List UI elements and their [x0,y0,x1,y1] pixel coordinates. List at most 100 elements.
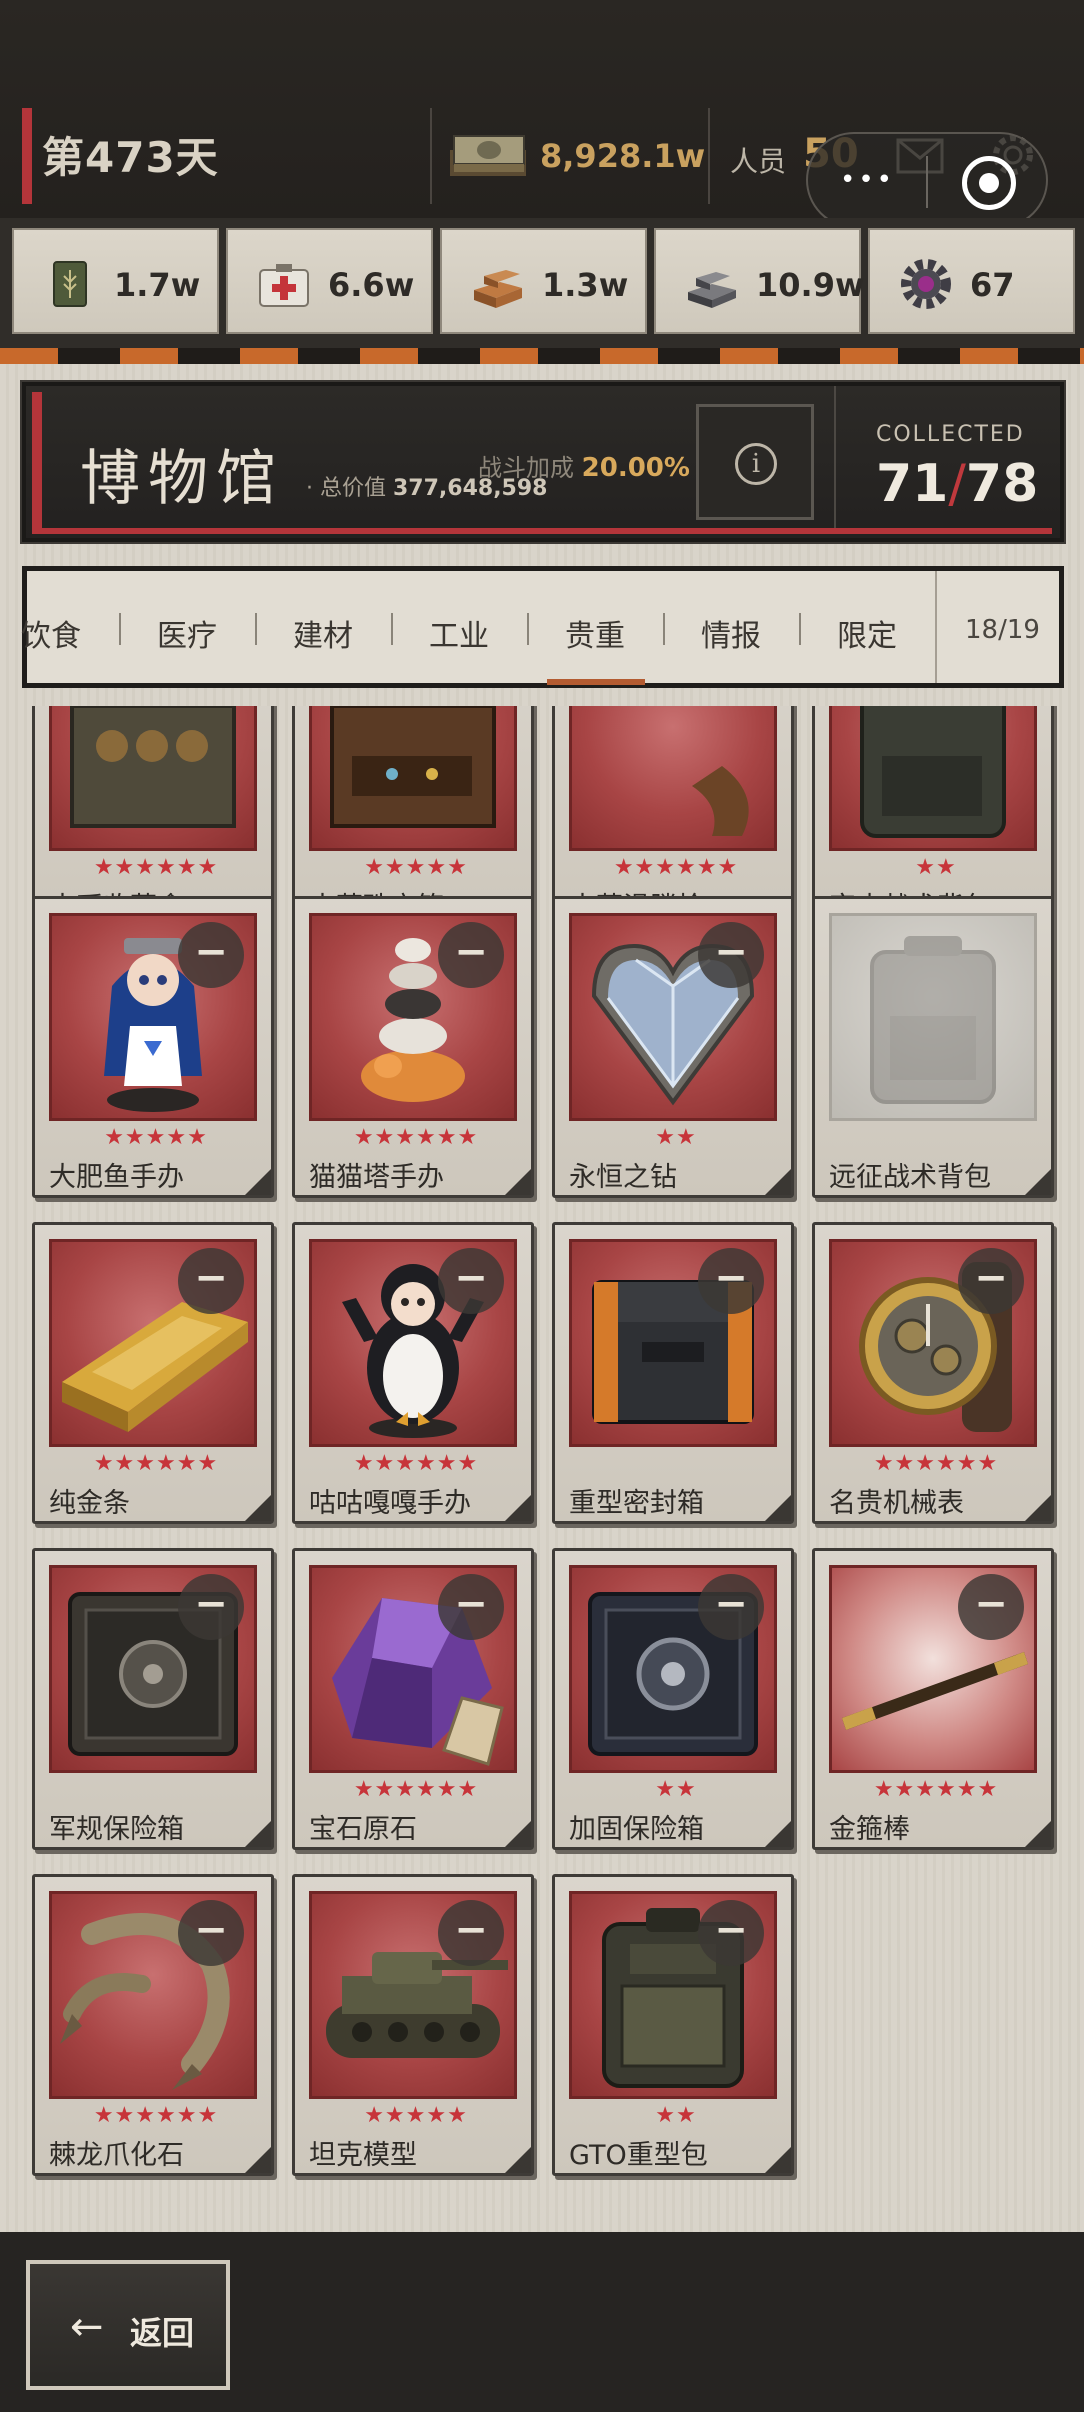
rarity-stars: ★★★★★ [104,1125,208,1150]
item-image: − [49,1565,257,1773]
battle-bonus-value: 20.00% [581,453,690,483]
item-card[interactable]: ★★★★★★ 古董滑膛枪 [552,706,794,928]
day-accent-bar [22,108,32,204]
collected-counter: 71/78 [876,454,1038,514]
remove-item-button[interactable]: − [178,1248,244,1314]
rarity-stars: ★★★★★★ [353,1451,479,1476]
divider [799,613,801,645]
back-label: 返回 [130,2314,195,2352]
tab-limited[interactable]: 限定 [837,611,897,655]
remove-item-button[interactable]: − [958,1248,1024,1314]
remove-item-button[interactable]: − [438,1900,504,1966]
collection-grid: ★★★★★★ 古币收藏盒 ★★★★★ 古董珠宝箱 ★★★★★★ 古董滑膛枪 ★★… [0,706,1084,2230]
item-name: 大肥鱼手办 [49,1162,184,1193]
bottom-bar: ← 返回 [0,2232,1084,2412]
tab-valuables[interactable]: 贵重 [565,611,625,655]
category-tabs: 饮食 医疗 建材 工业 贵重 情报 限定 18/19 [21,566,1064,688]
mini-program-capsule[interactable]: ••• [806,132,1048,228]
total-value-label: · 总价值 [306,476,386,501]
item-card[interactable]: − ★★ 加固保险箱 [552,1548,794,1850]
item-card[interactable]: − ★★★★★★ 纯金条 [32,1222,274,1524]
tab-intel[interactable]: 情报 [701,611,761,655]
resource-value: 1.7w [114,266,201,304]
item-card[interactable]: − ★★★★★ 坦克模型 [292,1874,534,2176]
item-card[interactable]: − 重型密封箱 [552,1222,794,1524]
item-image: − [309,1891,517,2099]
item-image: − [569,1239,777,1447]
tab-industry[interactable]: 工业 [429,611,489,655]
steel-ingot-icon [688,272,736,308]
rarity-stars: ★★★★★★ [613,855,739,880]
arrow-left-icon: ← [70,2304,104,2350]
battle-bonus-label: 战斗加成 [478,454,574,482]
resource-value: 67 [970,266,1015,304]
remove-item-button[interactable]: − [698,922,764,988]
resource-food: 1.7w [12,228,219,334]
resource-bar: 1.7w 6.6w 1.3w 10.9w 67 [0,218,1084,360]
item-card[interactable]: − 军规保险箱 [32,1548,274,1850]
museum-header: 博物馆 · 总价值 377,648,598 战斗加成 20.00% i COLL… [22,382,1064,542]
staff-label: 人员 [730,145,787,178]
item-image: − [49,1891,257,2099]
item-image: − [309,1565,517,1773]
remove-item-button[interactable]: − [438,1248,504,1314]
divider [391,613,393,645]
hazard-stripe [0,348,1084,364]
tab-medical[interactable]: 医疗 [157,611,217,655]
item-card[interactable]: ★★ 突击战术背包 [812,706,1054,928]
remove-item-button[interactable]: − [178,1574,244,1640]
divider [834,386,836,528]
info-button[interactable]: i [696,404,814,520]
item-card[interactable]: − ★★★★★★ 棘龙爪化石 [32,1874,274,2176]
counter-slash: / [948,454,966,514]
accent-bar [32,392,42,534]
item-card-locked[interactable]: 远征战术背包 [812,896,1054,1198]
item-card[interactable]: − ★★★★★ 大肥鱼手办 [32,896,274,1198]
close-target-icon[interactable] [962,156,1016,210]
resource-steel: 10.9w [654,228,865,334]
resource-medical: 6.6w [226,228,433,334]
remove-item-button[interactable]: − [958,1574,1024,1640]
item-card[interactable]: − ★★★★★★ 宝石原石 [292,1548,534,1850]
active-tab-indicator [547,679,645,685]
rarity-stars: ★★★★★★ [873,1451,999,1476]
remove-item-button[interactable]: − [438,1574,504,1640]
item-name: 猫猫塔手办 [309,1162,444,1193]
remove-item-button[interactable]: − [698,1248,764,1314]
item-card[interactable]: ★★★★★ 古董珠宝箱 [292,706,534,928]
item-name: GTO重型包 [569,2140,708,2171]
item-image: − [309,1239,517,1447]
item-card[interactable]: − ★★ GTO重型包 [552,1874,794,2176]
remove-item-button[interactable]: − [178,922,244,988]
tab-building[interactable]: 建材 [293,611,353,655]
item-name: 宝石原石 [309,1814,417,1845]
item-card[interactable]: − ★★★★★★ 名贵机械表 [812,1222,1054,1524]
item-name: 纯金条 [49,1488,130,1519]
item-image: − [569,1891,777,2099]
remove-item-button[interactable]: − [698,1900,764,1966]
rarity-stars: ★★ [655,1777,697,1802]
resource-value: 6.6w [328,266,415,304]
rarity-stars: ★★★★★★ [93,1451,219,1476]
item-card[interactable]: − ★★★★★★ 金箍棒 [812,1548,1054,1850]
rarity-stars: ★★★★★★ [93,855,219,880]
item-card[interactable]: − ★★★★★★ 咕咕嘎嘎手办 [292,1222,534,1524]
rarity-stars: ★★★★★★ [873,1777,999,1802]
item-card[interactable]: − ★★ 永恒之钻 [552,896,794,1198]
item-name: 军规保险箱 [49,1814,184,1845]
item-card[interactable]: ★★★★★★ 古币收藏盒 [32,706,274,928]
item-name: 永恒之钻 [569,1162,677,1193]
back-button[interactable]: ← 返回 [26,2260,230,2390]
medkit-icon [259,264,309,307]
rarity-stars: ★★ [655,1125,697,1150]
resource-value: 10.9w [756,266,865,304]
remove-item-button[interactable]: − [698,1574,764,1640]
remove-item-button[interactable]: − [178,1900,244,1966]
battle-bonus: 战斗加成 20.00% [478,448,690,483]
item-card[interactable]: − ★★★★★★ 猫猫塔手办 [292,896,534,1198]
tab-food[interactable]: 饮食 [21,611,81,655]
remove-item-button[interactable]: − [438,922,504,988]
collected-label: COLLECTED [876,422,1025,447]
accent-bar [32,528,1052,534]
item-image: − [569,913,777,1121]
